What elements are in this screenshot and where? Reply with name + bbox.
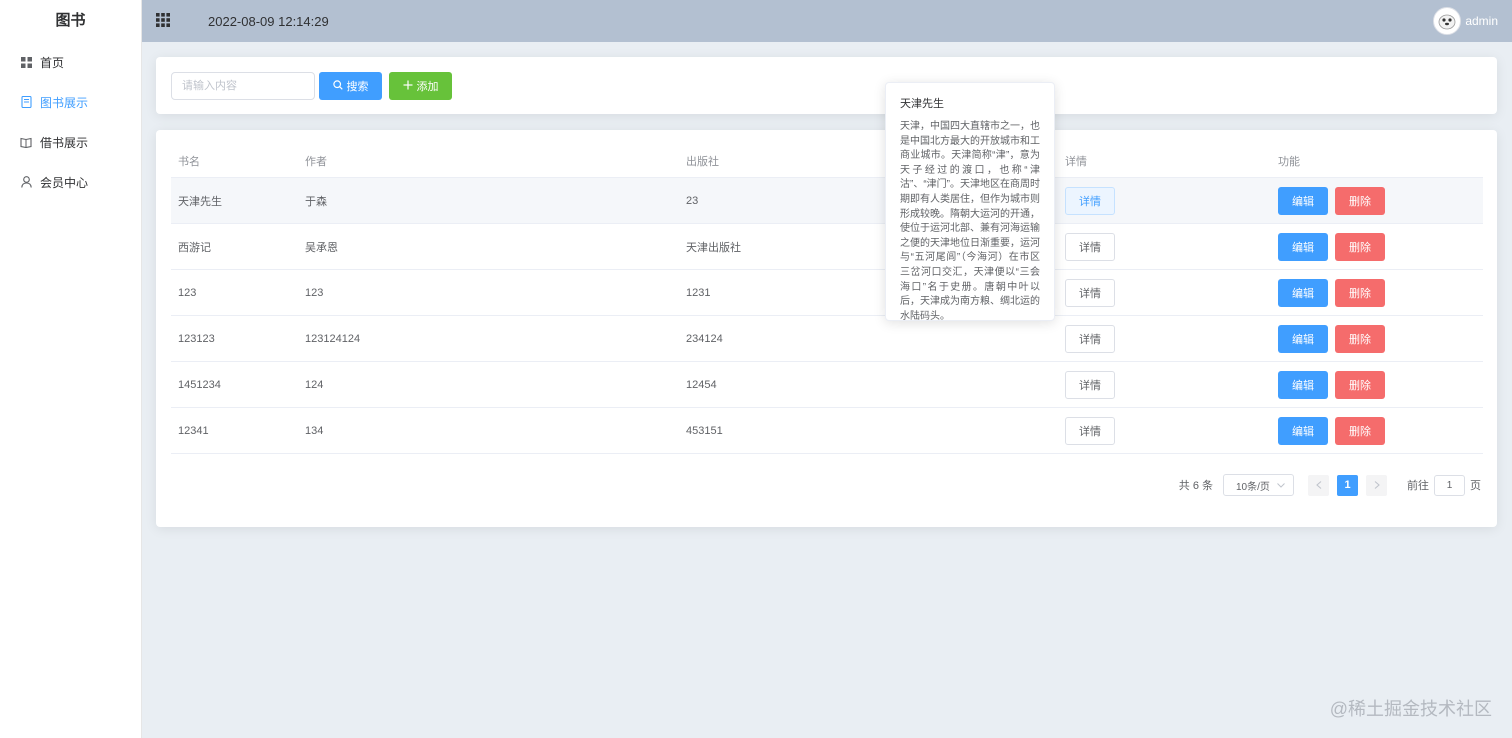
pagination: 共 6 条 10条/页 1 前往 页 <box>1179 474 1481 496</box>
sidebar-item-label: 借书展示 <box>40 135 89 150</box>
cell-name: 123123 <box>178 332 215 345</box>
next-page-button[interactable] <box>1366 474 1387 496</box>
delete-button[interactable]: 删除 <box>1335 232 1385 261</box>
search-button-label: 搜索 <box>346 81 369 93</box>
table-header: 书名 作者 出版社 详情 功能 <box>171 145 1483 178</box>
add-button-label: 添加 <box>416 81 439 93</box>
goto-page-input[interactable] <box>1434 474 1465 496</box>
detail-popover: 天津先生 天津，中国四大直辖市之一，也是中国北方最大的开放城市和工商业城市。天津… <box>885 82 1055 322</box>
popover-title: 天津先生 <box>900 98 944 110</box>
grid-icon <box>18 54 34 70</box>
username: admin <box>1465 14 1498 28</box>
detail-button[interactable]: 详情 <box>1065 370 1115 399</box>
sidebar-item-borrow-display[interactable]: 借书展示 <box>0 122 141 162</box>
cell-author: 134 <box>305 424 324 437</box>
edit-button[interactable]: 编辑 <box>1278 416 1328 445</box>
column-header-name: 书名 <box>178 156 200 168</box>
watermark: @稀土掘金技术社区 <box>1329 699 1492 719</box>
edit-button[interactable]: 编辑 <box>1278 278 1328 307</box>
user-menu[interactable]: admin <box>1433 7 1498 35</box>
detail-button[interactable]: 详情 <box>1065 416 1115 445</box>
edit-button[interactable]: 编辑 <box>1278 324 1328 353</box>
cell-author: 123 <box>305 286 324 299</box>
page-jumper: 前往 页 <box>1407 474 1481 496</box>
table-row: 西游记 吴承恩 天津出版社 详情 编辑 删除 <box>171 224 1483 270</box>
delete-button[interactable]: 删除 <box>1335 370 1385 399</box>
detail-button[interactable]: 详情 <box>1065 324 1115 353</box>
page-number-current[interactable]: 1 <box>1337 474 1358 496</box>
open-book-icon <box>18 134 34 150</box>
delete-button[interactable]: 删除 <box>1335 186 1385 215</box>
chevron-down-icon <box>1277 480 1285 491</box>
book-icon <box>18 94 34 110</box>
plus-icon <box>403 80 413 93</box>
cell-name: 123 <box>178 286 197 299</box>
table-row: 天津先生 于森 23 详情 编辑 删除 <box>171 178 1483 224</box>
column-header-actions: 功能 <box>1278 156 1300 168</box>
chevron-left-icon <box>1315 481 1321 489</box>
cell-author: 于森 <box>305 195 327 208</box>
goto-suffix: 页 <box>1470 480 1481 492</box>
page-size-select[interactable]: 10条/页 <box>1223 474 1294 496</box>
detail-button[interactable]: 详情 <box>1065 278 1115 307</box>
top-header: 2022-08-09 12:14:29 admin <box>142 0 1512 42</box>
column-header-author: 作者 <box>305 156 327 168</box>
column-header-detail: 详情 <box>1065 156 1087 168</box>
delete-button[interactable]: 删除 <box>1335 324 1385 353</box>
sidebar-item-home[interactable]: 首页 <box>0 42 141 82</box>
app-grid-icon[interactable] <box>156 13 172 29</box>
cell-name: 12341 <box>178 424 209 437</box>
search-button[interactable]: 搜索 <box>319 72 382 100</box>
pagination-total: 共 6 条 <box>1178 480 1213 492</box>
cell-name: 1451234 <box>178 378 221 391</box>
cell-name: 天津先生 <box>178 195 222 208</box>
cell-author: 124 <box>305 378 324 391</box>
table-row: 123123 123124124 234124 详情 编辑 删除 <box>171 316 1483 362</box>
search-panel: 搜索 添加 <box>156 57 1497 114</box>
cell-author: 123124124 <box>305 332 361 345</box>
sidebar-item-member-center[interactable]: 会员中心 <box>0 162 141 202</box>
avatar[interactable] <box>1433 7 1462 35</box>
add-button[interactable]: 添加 <box>389 72 452 100</box>
cell-publisher: 234124 <box>686 332 723 345</box>
page-size-value: 10条/页 <box>1236 481 1270 493</box>
edit-button[interactable]: 编辑 <box>1278 232 1328 261</box>
chevron-right-icon <box>1374 481 1380 489</box>
sidebar-item-label: 首页 <box>40 55 65 70</box>
sidebar-item-label: 会员中心 <box>40 175 89 190</box>
current-datetime: 2022-08-09 12:14:29 <box>208 13 329 29</box>
table-row: 1451234 124 12454 详情 编辑 删除 <box>171 362 1483 408</box>
cell-publisher: 12454 <box>686 378 717 391</box>
edit-button[interactable]: 编辑 <box>1278 186 1328 215</box>
delete-button[interactable]: 删除 <box>1335 278 1385 307</box>
search-input[interactable] <box>171 72 315 100</box>
sidebar-item-book-display[interactable]: 图书展示 <box>0 82 141 122</box>
detail-button[interactable]: 详情 <box>1065 186 1115 215</box>
delete-button[interactable]: 删除 <box>1335 416 1385 445</box>
edit-button[interactable]: 编辑 <box>1278 370 1328 399</box>
sidebar: 图书 首页 图书展示 借书展示 会员中心 <box>0 0 142 738</box>
cell-publisher: 453151 <box>686 424 723 437</box>
table-row: 12341 134 453151 详情 编辑 删除 <box>171 408 1483 454</box>
user-icon <box>18 174 34 190</box>
cell-name: 西游记 <box>178 241 211 254</box>
book-table: 书名 作者 出版社 详情 功能 天津先生 于森 23 详情 编辑 删除 西游记 吴… <box>171 145 1483 454</box>
cell-author: 吴承恩 <box>305 241 338 254</box>
search-icon <box>332 79 343 93</box>
prev-page-button[interactable] <box>1308 474 1329 496</box>
detail-button[interactable]: 详情 <box>1065 232 1115 261</box>
book-table-panel: 书名 作者 出版社 详情 功能 天津先生 于森 23 详情 编辑 删除 西游记 吴… <box>156 130 1497 527</box>
popover-body: 天津，中国四大直辖市之一，也是中国北方最大的开放城市和工商业城市。天津简称“津”… <box>900 121 1040 322</box>
brand-title: 图书 <box>55 12 86 29</box>
sidebar-item-label: 图书展示 <box>40 95 89 110</box>
goto-prefix: 前往 <box>1407 480 1429 492</box>
table-row: 123 123 1231 详情 编辑 删除 <box>171 270 1483 316</box>
